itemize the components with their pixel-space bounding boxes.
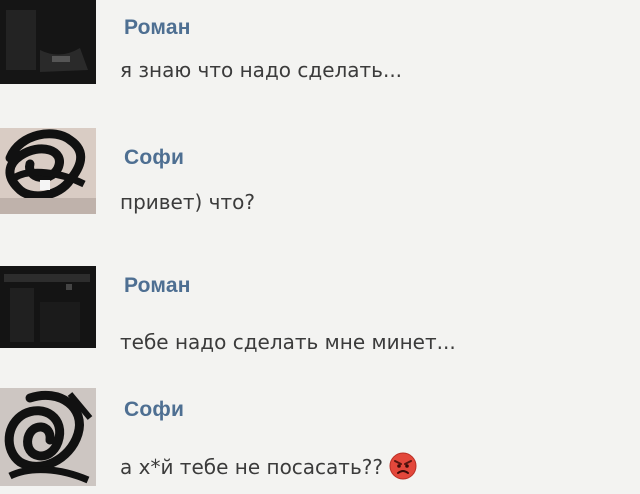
message-item: Софи привет) что? xyxy=(0,128,640,228)
avatar[interactable] xyxy=(0,266,96,348)
message-text: я знаю что надо сделать... xyxy=(120,58,403,82)
dark-photo-avatar-icon xyxy=(0,266,96,348)
sender-name[interactable]: Софи xyxy=(124,398,184,422)
avatar[interactable] xyxy=(0,0,96,84)
angry-face-emoji-icon xyxy=(389,452,417,480)
scribbled-photo-avatar-icon xyxy=(0,128,96,214)
message-text: тебе надо сделать мне минет... xyxy=(120,330,456,354)
message-text: привет) что? xyxy=(120,190,255,214)
dark-photo-avatar-icon xyxy=(0,0,96,84)
message-item: Софи а х*й тебе не посасать?? xyxy=(0,388,640,488)
avatar[interactable] xyxy=(0,128,96,214)
chat-thread: Роман я знаю что надо сделать... Софи пр… xyxy=(0,0,640,494)
message-item: Роман тебе надо сделать мне минет... xyxy=(0,262,640,362)
message-text: а х*й тебе не посасать?? xyxy=(120,452,417,480)
sender-name[interactable]: Роман xyxy=(124,16,191,40)
scribbled-photo-avatar-icon xyxy=(0,388,96,486)
avatar[interactable] xyxy=(0,388,96,486)
message-item: Роман я знаю что надо сделать... xyxy=(0,0,640,100)
sender-name[interactable]: Роман xyxy=(124,274,191,298)
message-text-content: а х*й тебе не посасать?? xyxy=(120,455,383,479)
sender-name[interactable]: Софи xyxy=(124,146,184,170)
